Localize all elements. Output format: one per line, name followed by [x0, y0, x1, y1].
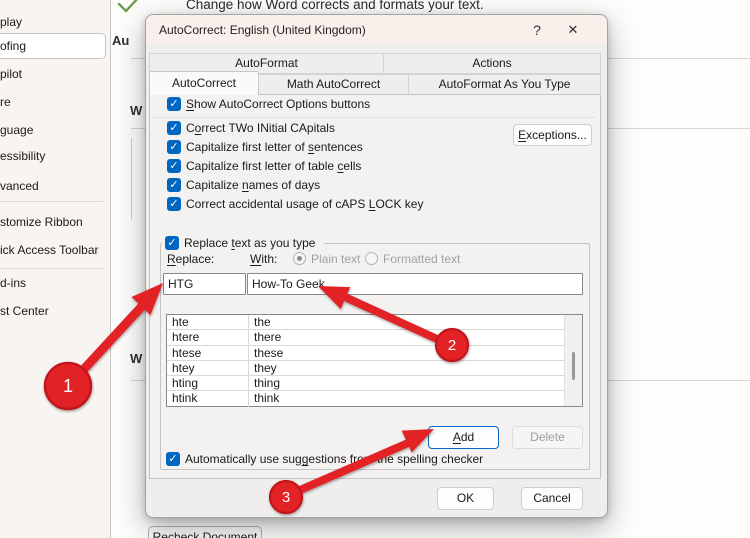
sidebar-item-proofing[interactable]: ofing — [0, 32, 108, 60]
sidebar-item-add-ins[interactable]: d-ins — [0, 269, 108, 297]
sidebar-border — [110, 0, 111, 538]
replacement-list: hte the htere there htese these htey they ht… — [166, 314, 583, 407]
radio-unselected-icon — [365, 252, 378, 265]
sidebar-item-save[interactable]: re — [0, 88, 108, 116]
replace-input[interactable] — [163, 273, 246, 295]
sidebar-divider — [0, 201, 103, 202]
dialog-title: AutoCorrect: English (United Kingdom) — [159, 23, 366, 37]
tab-autocorrect[interactable]: AutoCorrect — [149, 71, 259, 95]
delete-button: Delete — [512, 426, 583, 449]
green-check-icon — [117, 0, 138, 13]
section-header-fragment: W — [130, 103, 143, 118]
tab-autoformat-as-you-type[interactable]: AutoFormat As You Type — [408, 74, 601, 95]
section-edge-line — [131, 138, 132, 220]
list-scrollbar[interactable] — [564, 315, 582, 406]
checkbox-checked-icon — [167, 140, 181, 154]
replace-label: Replace: — [167, 252, 215, 266]
sidebar-item-language[interactable]: guage — [0, 116, 108, 144]
tab-actions[interactable]: Actions — [383, 53, 601, 74]
options-sidebar: play ofing pilot re guage essibility van… — [0, 0, 110, 538]
with-input[interactable] — [247, 273, 583, 295]
list-item[interactable]: hting thing — [167, 376, 565, 392]
ok-button[interactable]: OK — [437, 487, 494, 510]
list-item[interactable]: htey they — [167, 360, 565, 377]
list-item[interactable]: hte the — [167, 315, 565, 331]
help-button[interactable]: ? — [524, 19, 550, 41]
checkbox-checked-icon — [167, 197, 181, 211]
list-item[interactable]: htese these — [167, 345, 565, 361]
radio-selected-icon — [293, 252, 306, 265]
with-label: With: — [250, 252, 278, 266]
page-separator — [153, 117, 596, 118]
checkbox-checked-icon — [167, 159, 181, 173]
exceptions-button[interactable]: Exceptions... — [513, 124, 592, 146]
sidebar-item-customize-ribbon[interactable]: stomize Ribbon — [0, 208, 108, 236]
list-item[interactable]: htere there — [167, 330, 565, 346]
sidebar-item-accessibility[interactable]: essibility — [0, 142, 108, 170]
dialog-titlebar: AutoCorrect: English (United Kingdom) ? … — [146, 15, 607, 45]
word-options-screen: play ofing pilot re guage essibility van… — [0, 0, 750, 538]
scrollbar-thumb[interactable] — [572, 352, 575, 380]
close-icon[interactable]: ✕ — [560, 19, 586, 41]
checkbox-checked-icon — [165, 236, 179, 250]
checkbox-checked-icon — [166, 452, 180, 466]
sidebar-item-copilot[interactable]: pilot — [0, 60, 108, 88]
section-header-fragment: W — [130, 351, 143, 366]
cancel-button[interactable]: Cancel — [521, 487, 583, 510]
tab-math-autocorrect[interactable]: Math AutoCorrect — [258, 74, 409, 95]
section-header-fragment: Au — [112, 33, 130, 48]
add-button[interactable]: Add — [428, 426, 499, 449]
proofing-page-description: Change how Word corrects and formats you… — [186, 0, 484, 12]
checkbox-checked-icon — [167, 178, 181, 192]
checkbox-checked-icon — [167, 97, 181, 111]
recheck-document-button[interactable]: Recheck Document — [148, 526, 262, 538]
sidebar-item-quick-access-toolbar[interactable]: ick Access Toolbar — [0, 236, 108, 264]
list-item[interactable]: htink think — [167, 391, 565, 407]
sidebar-item-advanced[interactable]: vanced — [0, 172, 108, 200]
sidebar-item-trust-center[interactable]: st Center — [0, 297, 108, 325]
checkbox-checked-icon — [167, 121, 181, 135]
